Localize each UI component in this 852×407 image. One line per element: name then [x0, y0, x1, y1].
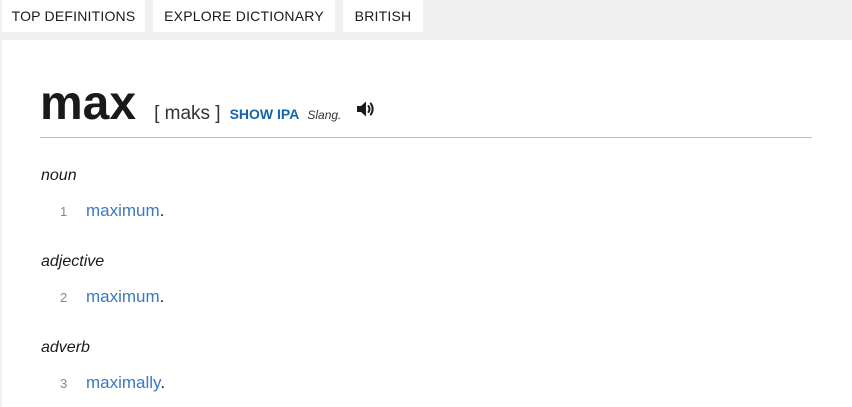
- tab-explore-dictionary[interactable]: EXPLORE DICTIONARY: [153, 0, 335, 32]
- definition: maximum.: [86, 201, 164, 221]
- definition-period: .: [159, 201, 165, 220]
- definition-number: 1: [60, 204, 68, 219]
- definition-link[interactable]: maximally: [86, 373, 160, 392]
- show-ipa-button[interactable]: SHOW IPA: [230, 106, 300, 122]
- headword-row: max [ maks ] SHOW IPA Slang.: [40, 80, 341, 128]
- part-of-speech-adverb: adverb: [41, 339, 90, 356]
- divider: [40, 137, 812, 138]
- speaker-icon[interactable]: [355, 99, 375, 119]
- definition-period: .: [160, 373, 166, 392]
- definition: maximally.: [86, 373, 165, 393]
- definition-link[interactable]: maximum: [86, 287, 160, 306]
- definition-link[interactable]: maximum: [86, 201, 160, 220]
- tab-british[interactable]: BRITISH: [343, 0, 423, 32]
- definition-period: .: [159, 287, 165, 306]
- definition: maximum.: [86, 287, 164, 307]
- pronunciation: [ maks ]: [154, 103, 221, 124]
- definition-number: 2: [60, 290, 68, 305]
- tab-bar: TOP DEFINITIONS EXPLORE DICTIONARY BRITI…: [0, 0, 852, 40]
- part-of-speech-adjective: adjective: [41, 253, 105, 270]
- tab-top-definitions[interactable]: TOP DEFINITIONS: [2, 0, 145, 32]
- usage-label: Slang.: [307, 108, 342, 122]
- part-of-speech-noun: noun: [41, 167, 77, 184]
- headword: max: [40, 77, 137, 130]
- definition-number: 3: [60, 376, 68, 391]
